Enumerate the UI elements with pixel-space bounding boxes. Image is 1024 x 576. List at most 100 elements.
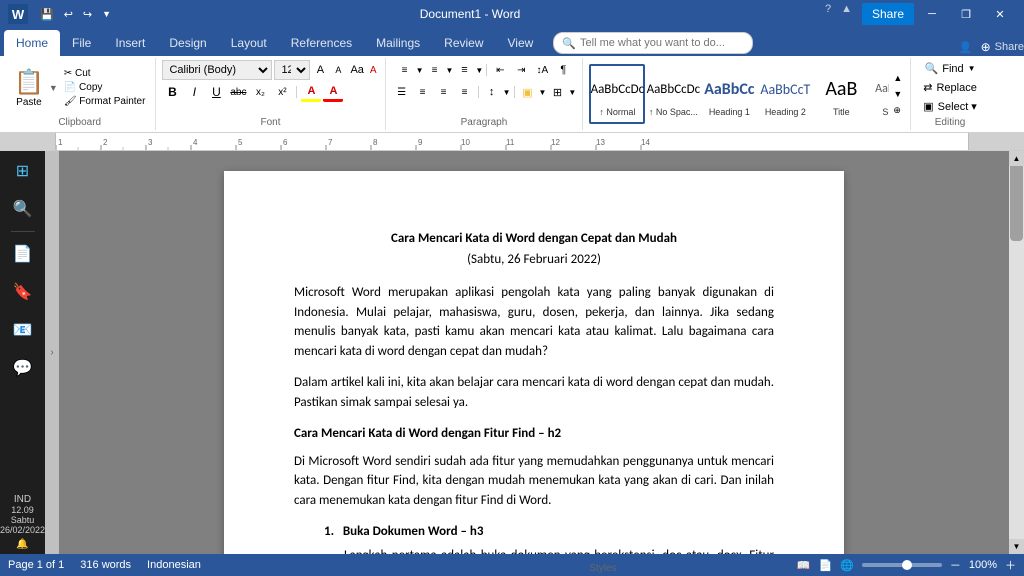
italic-button[interactable]: I [184,82,204,102]
numbered-item-1-title[interactable]: 1. Buka Dokumen Word – h3 [324,522,774,542]
multilevel-list-btn[interactable]: ≡ [454,60,474,80]
borders-btn[interactable]: ⊞ [547,82,567,102]
sidebar-chat-icon[interactable]: 💬 [7,352,39,384]
styles-more-btn[interactable]: ⊕ [891,103,904,118]
sort-btn[interactable]: ↕A [532,60,552,80]
redo-qa-btn[interactable]: ↪ [79,6,96,23]
zoom-thumb[interactable] [902,560,912,570]
share-button[interactable]: Share [862,3,914,25]
text-highlight-btn[interactable]: A [301,82,321,102]
section-1-body[interactable]: Di Microsoft Word sendiri sudah ada fitu… [294,452,774,511]
numbering-dropdown[interactable]: ▼ [446,66,454,75]
copy-button[interactable]: 📄 Copy [60,81,150,94]
customize-qa-btn[interactable]: ▼ [98,7,115,21]
paragraph-2[interactable]: Dalam artikel kali ini, kita akan belaja… [294,373,774,412]
zoom-slider[interactable] [862,563,942,567]
language-indicator[interactable]: Indonesian [147,559,201,571]
style-subtitle[interactable]: AaBbCcD Subtitle [869,64,889,124]
show-marks-btn[interactable]: ¶ [553,60,573,80]
style-title[interactable]: AaB Title [813,64,869,124]
sidebar-doc-icon[interactable]: 📄 [7,238,39,270]
close-button[interactable]: ✕ [984,3,1016,25]
underline-button[interactable]: U [206,82,226,102]
align-center-btn[interactable]: ≡ [413,82,433,102]
tell-me-box[interactable]: 🔍 [553,32,753,54]
multilevel-dropdown[interactable]: ▼ [475,66,483,75]
bullets-button[interactable]: ≡ [395,60,415,80]
sidebar-home-icon[interactable]: ⊞ [7,155,39,187]
tab-file[interactable]: File [60,30,103,56]
style-no-spacing[interactable]: AaBbCcDc ↑ No Spac... [645,64,701,124]
align-left-btn[interactable]: ☰ [392,82,412,102]
section-1-heading[interactable]: Cara Mencari Kata di Word dengan Fitur F… [294,424,774,444]
font-grow-btn[interactable]: A [312,60,328,80]
web-view-btn[interactable]: 🌐 [840,559,854,572]
find-button[interactable]: 🔍 Find ▼ [919,60,982,77]
align-right-btn[interactable]: ≡ [434,82,454,102]
account-icon[interactable]: 👤 [959,41,973,54]
line-spacing-dropdown[interactable]: ▼ [503,88,511,97]
styles-scroll-down[interactable]: ▼ [891,87,904,101]
format-painter-button[interactable]: 🖌 Format Painter [60,95,150,108]
tab-layout[interactable]: Layout [219,30,279,56]
tab-mailings[interactable]: Mailings [364,30,432,56]
shading-dropdown[interactable]: ▼ [539,88,547,97]
help-icon[interactable]: ? [825,3,831,25]
tab-references[interactable]: References [279,30,364,56]
subscript-button[interactable]: x₂ [250,82,270,102]
scrollbar-thumb[interactable] [1010,161,1023,241]
font-size-select[interactable]: 12 [274,60,310,80]
sidebar-collapse-btn[interactable]: › [45,151,59,554]
style-heading2[interactable]: AaBbCcT Heading 2 [757,64,813,124]
clear-format-btn[interactable]: A [368,65,379,76]
paste-dropdown[interactable]: ▼ [49,83,58,93]
find-dropdown[interactable]: ▼ [968,64,976,73]
sidebar-mail-icon[interactable]: 📧 [7,314,39,346]
numbering-button[interactable]: ≡ [425,60,445,80]
borders-dropdown[interactable]: ▼ [568,88,576,97]
scroll-down-arrow[interactable]: ▼ [1009,539,1024,554]
shading-btn[interactable]: ▣ [518,82,538,102]
replace-button[interactable]: ⇄ Replace [917,79,983,96]
paragraph-1[interactable]: Microsoft Word merupakan aplikasi pengol… [294,283,774,361]
tab-insert[interactable]: Insert [103,30,157,56]
tab-review[interactable]: Review [432,30,495,56]
undo-qa-btn[interactable]: ↩ [60,6,77,23]
sidebar-bookmark-icon[interactable]: 🔖 [7,276,39,308]
tab-view[interactable]: View [496,30,546,56]
zoom-out-btn[interactable]: － [950,557,961,573]
bullets-dropdown[interactable]: ▼ [416,66,424,75]
tab-home[interactable]: Home [4,30,60,56]
read-view-btn[interactable]: 📖 [797,559,811,572]
font-shrink-btn[interactable]: A [330,60,346,80]
select-button[interactable]: ▣ Select ▾ [917,98,983,115]
paste-button[interactable]: 📋 Paste [10,66,48,110]
superscript-button[interactable]: x² [272,82,292,102]
line-spacing-btn[interactable]: ↕ [482,82,502,102]
change-case-btn[interactable]: Aa [348,64,365,76]
bold-button[interactable]: B [162,82,182,102]
decrease-indent-btn[interactable]: ⇤ [490,60,510,80]
ribbon-collapse-btn[interactable]: ▲ [841,3,852,25]
style-normal[interactable]: AaBbCcDc ↑ Normal [589,64,645,124]
font-color-btn[interactable]: A [323,82,343,102]
zoom-in-btn[interactable]: ＋ [1005,557,1016,573]
tell-me-input[interactable] [580,37,744,49]
strikethrough-button[interactable]: abc [228,82,248,102]
share-tab-btn[interactable]: ⊕ [981,40,991,54]
tab-design[interactable]: Design [157,30,218,56]
restore-button[interactable]: ❐ [950,3,982,25]
justify-btn[interactable]: ≡ [455,82,475,102]
cut-button[interactable]: ✂ Cut [60,67,150,80]
style-heading1[interactable]: AaBbCc Heading 1 [701,64,757,124]
minimize-button[interactable]: ─ [916,3,948,25]
scroll-up-arrow[interactable]: ▲ [1009,151,1024,166]
save-qa-btn[interactable]: 💾 [36,6,58,23]
layout-view-btn[interactable]: 📄 [818,559,832,572]
styles-scroll-up[interactable]: ▲ [891,71,904,85]
increase-indent-btn[interactable]: ⇥ [511,60,531,80]
notification-icon[interactable]: 🔔 [0,539,45,550]
sidebar-search-icon[interactable]: 🔍 [7,193,39,225]
font-family-select[interactable]: Calibri (Body) [162,60,272,80]
numbered-item-1-body[interactable]: Langkah pertama adalah buka dokumen yang… [344,546,774,555]
